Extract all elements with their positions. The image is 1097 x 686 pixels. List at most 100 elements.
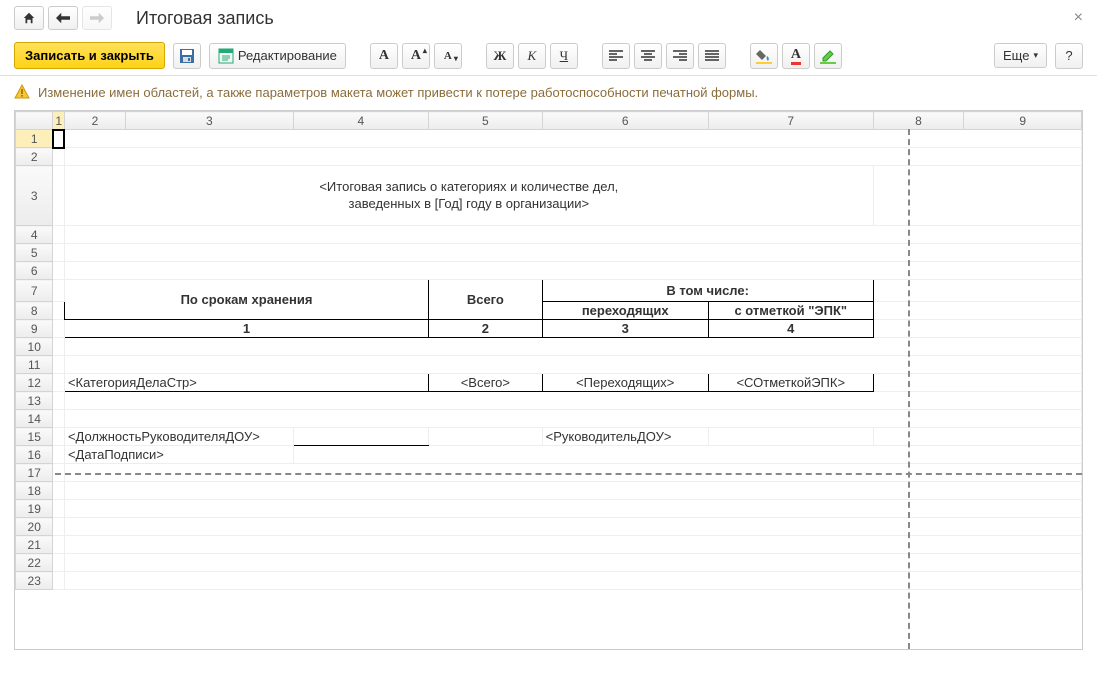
font-grow-button[interactable]: A▴ <box>402 43 430 69</box>
row-header[interactable]: 17 <box>16 464 53 482</box>
th-storage: По срокам хранения <box>64 280 428 320</box>
row-header[interactable]: 13 <box>16 392 53 410</box>
ph-mark: <СОтметкойЭПК> <box>708 374 873 392</box>
home-icon <box>22 11 36 25</box>
row-header[interactable]: 16 <box>16 446 53 464</box>
toolbar: Записать и закрыть Редактирование A A▴ A… <box>0 36 1097 76</box>
row-header[interactable]: 5 <box>16 244 53 262</box>
align-justify-button[interactable] <box>698 43 726 69</box>
ph-category: <КатегорияДелаСтр> <box>64 374 428 392</box>
grid-corner[interactable] <box>16 112 53 130</box>
close-button[interactable]: × <box>1074 9 1083 27</box>
active-cell[interactable] <box>53 130 65 148</box>
italic-button[interactable]: К <box>518 43 546 69</box>
save-button[interactable] <box>173 43 201 69</box>
arrow-right-icon <box>90 12 104 24</box>
underline-icon: Ч <box>560 48 568 64</box>
align-right-icon <box>673 50 687 62</box>
doc-title: <Итоговая запись о категориях и количест… <box>64 166 873 226</box>
row-header[interactable]: 8 <box>16 302 53 320</box>
back-button[interactable] <box>48 6 78 30</box>
bold-button[interactable]: Ж <box>486 43 514 69</box>
font-icon: A <box>379 48 389 64</box>
highlight-icon <box>820 48 836 64</box>
col-header[interactable]: 3 <box>126 112 293 130</box>
ph-manager: <РуководительДОУ> <box>542 428 708 446</box>
th-mark: с отметкой "ЭПК" <box>708 302 873 320</box>
col-header[interactable]: 1 <box>53 112 65 130</box>
col-header[interactable]: 8 <box>873 112 964 130</box>
font-button[interactable]: A <box>370 43 398 69</box>
row-header[interactable]: 9 <box>16 320 53 338</box>
underline-button[interactable]: Ч <box>550 43 578 69</box>
coln-4: 4 <box>708 320 873 338</box>
spreadsheet[interactable]: 1 2 3 4 5 6 7 8 9 1 2 3 <Итоговая запись… <box>14 110 1083 650</box>
highlight-button[interactable] <box>814 43 842 69</box>
bold-icon: Ж <box>493 48 506 64</box>
font-shrink-button[interactable]: A▾ <box>434 43 462 69</box>
editing-label: Редактирование <box>238 48 337 63</box>
italic-icon: К <box>528 48 537 64</box>
row-header[interactable]: 4 <box>16 226 53 244</box>
more-label: Еще <box>1003 48 1029 63</box>
col-header[interactable]: 6 <box>542 112 708 130</box>
align-justify-icon <box>705 50 719 62</box>
row-header[interactable]: 20 <box>16 518 53 536</box>
row-header[interactable]: 22 <box>16 554 53 572</box>
th-trans: переходящих <box>542 302 708 320</box>
ph-position: <ДолжностьРуководителяДОУ> <box>64 428 293 446</box>
row-header[interactable]: 10 <box>16 338 53 356</box>
grid-table: 1 2 3 4 5 6 7 8 9 1 2 3 <Итоговая запись… <box>15 111 1082 590</box>
ph-total: <Всего> <box>429 374 543 392</box>
chevron-down-icon: ▾ <box>1033 50 1038 61</box>
row-header[interactable]: 7 <box>16 280 53 302</box>
row-header[interactable]: 3 <box>16 166 53 226</box>
more-button[interactable]: Еще ▾ <box>994 43 1047 68</box>
editing-button[interactable]: Редактирование <box>209 43 346 69</box>
row-header[interactable]: 23 <box>16 572 53 590</box>
forward-button[interactable] <box>82 6 112 30</box>
row-header[interactable]: 18 <box>16 482 53 500</box>
save-icon <box>179 48 195 64</box>
row-header[interactable]: 19 <box>16 500 53 518</box>
home-button[interactable] <box>14 6 44 30</box>
row-header[interactable]: 1 <box>16 130 53 148</box>
text-color-button[interactable]: A <box>782 43 810 69</box>
col-header[interactable]: 4 <box>293 112 429 130</box>
th-total: Всего <box>429 280 543 320</box>
align-left-button[interactable] <box>602 43 630 69</box>
align-left-icon <box>609 50 623 62</box>
font-shrink-icon: A▾ <box>444 50 452 62</box>
arrow-left-icon <box>56 12 70 24</box>
align-center-button[interactable] <box>634 43 662 69</box>
bucket-icon <box>756 48 772 64</box>
write-close-button[interactable]: Записать и закрыть <box>14 42 165 69</box>
col-header[interactable]: 2 <box>64 112 125 130</box>
help-button[interactable]: ? <box>1055 43 1083 69</box>
ph-trans: <Переходящих> <box>542 374 708 392</box>
row-header[interactable]: 2 <box>16 148 53 166</box>
row-header[interactable]: 15 <box>16 428 53 446</box>
coln-2: 2 <box>429 320 543 338</box>
page-title: Итоговая запись <box>136 8 274 29</box>
row-header[interactable]: 21 <box>16 536 53 554</box>
font-grow-icon: A▴ <box>411 48 421 64</box>
bg-color-button[interactable] <box>750 43 778 69</box>
col-header[interactable]: 7 <box>708 112 873 130</box>
row-header[interactable]: 11 <box>16 356 53 374</box>
row-header[interactable]: 6 <box>16 262 53 280</box>
coln-3: 3 <box>542 320 708 338</box>
row-header[interactable]: 14 <box>16 410 53 428</box>
align-center-icon <box>641 50 655 62</box>
warning-text: Изменение имен областей, а также парамет… <box>38 85 758 100</box>
align-right-button[interactable] <box>666 43 694 69</box>
col-header[interactable]: 5 <box>429 112 543 130</box>
row-header[interactable]: 12 <box>16 374 53 392</box>
signature-line <box>293 428 429 446</box>
col-header[interactable]: 9 <box>964 112 1082 130</box>
th-including: В том числе: <box>542 280 873 302</box>
help-icon: ? <box>1065 48 1072 63</box>
warning-icon <box>14 84 30 100</box>
text-color-icon: A <box>791 47 801 65</box>
edit-icon <box>218 48 234 64</box>
